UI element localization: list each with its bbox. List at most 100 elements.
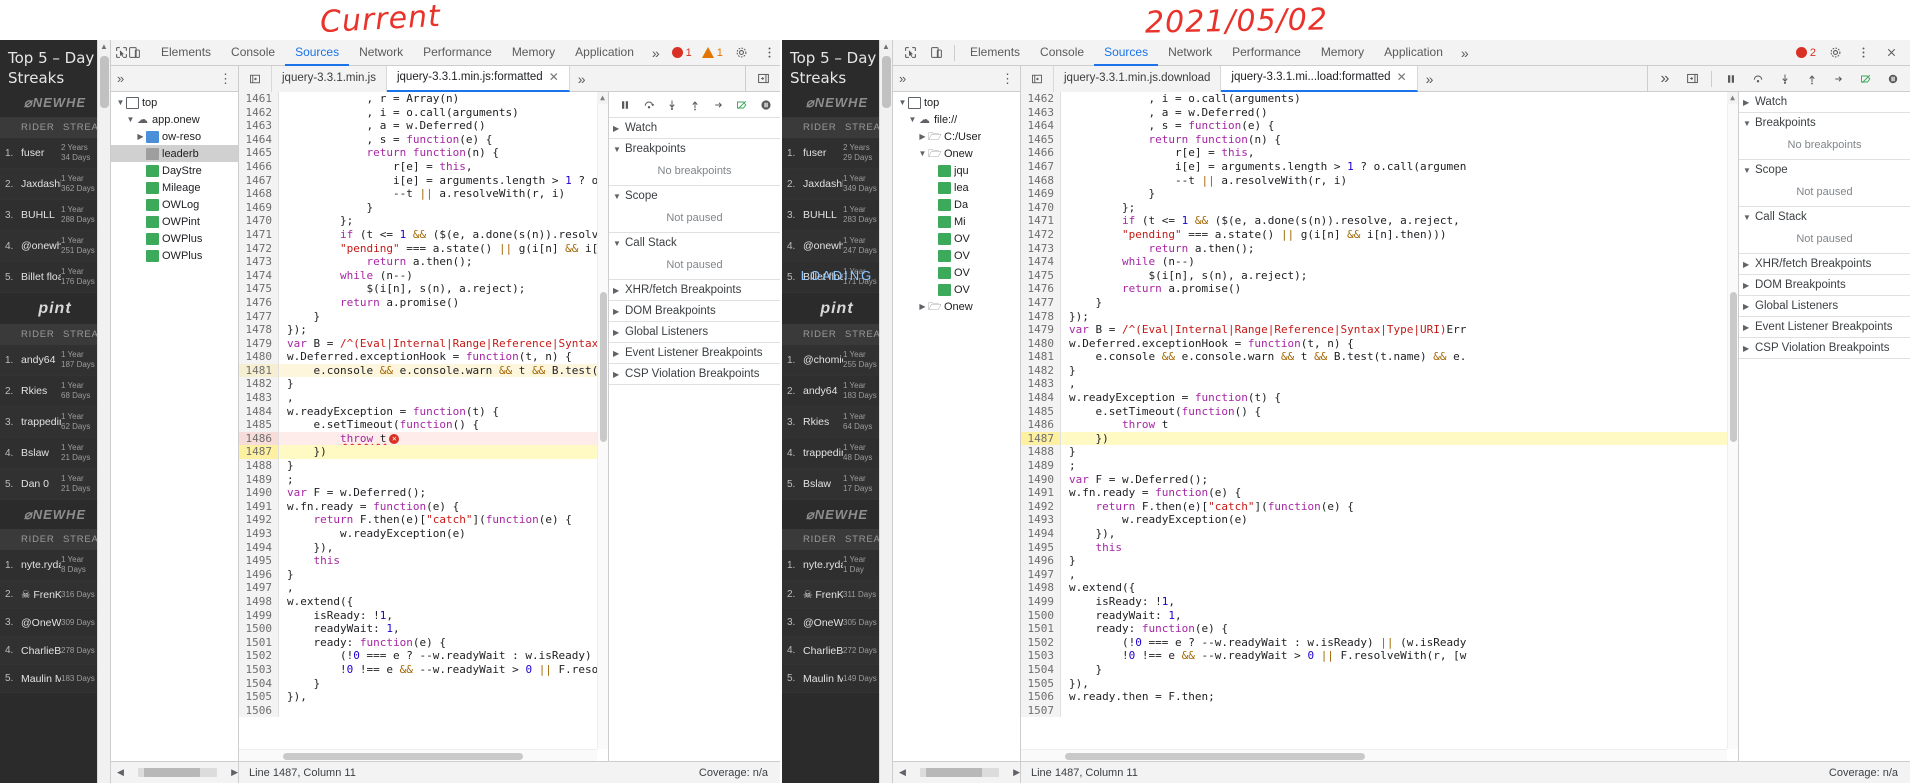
code-line[interactable]: 1496} xyxy=(1021,554,1738,568)
tree-item[interactable]: leaderb xyxy=(111,145,238,162)
navigator-tree-left[interactable]: ▼top▼☁app.onew▶ow-resoleaderbDayStreMile… xyxy=(111,92,239,761)
debugger-section-header[interactable]: ▶Event Listener Breakpoints xyxy=(1739,317,1910,337)
code-line[interactable]: 1484w.readyException = function(t) { xyxy=(1021,391,1738,405)
tree-item[interactable]: Mileage xyxy=(111,179,238,196)
debugger-section-header[interactable]: ▼Scope xyxy=(1739,160,1910,180)
inspect-element-icon[interactable] xyxy=(897,42,923,64)
pause-script-icon[interactable] xyxy=(1718,68,1744,90)
tree-item[interactable]: ▶🗁C:/User xyxy=(893,128,1020,145)
code-line[interactable]: 1480w.Deferred.exceptionHook = function(… xyxy=(239,350,608,364)
code-line[interactable]: 1472 "pending" === a.state() || g(i[n] &… xyxy=(1021,228,1738,242)
tree-twisty-icon[interactable]: ▼ xyxy=(115,98,126,107)
code-line[interactable]: 1494 }), xyxy=(239,541,608,555)
scrollbar-thumb[interactable] xyxy=(926,768,982,777)
code-line[interactable]: 1506 xyxy=(239,704,608,718)
section-twisty-icon[interactable]: ▶ xyxy=(613,349,625,358)
tree-twisty-icon[interactable]: ▶ xyxy=(917,132,928,141)
leaderboard-row[interactable]: 1.nyte.ryda ...1 Year8 Days xyxy=(0,550,110,581)
code-line[interactable]: 1496} xyxy=(239,568,608,582)
code-line[interactable]: 1491w.fn.ready = function(e) { xyxy=(1021,486,1738,500)
code-line[interactable]: 1501 ready: function(e) { xyxy=(1021,622,1738,636)
code-line[interactable]: 1506w.ready.then = F.then; xyxy=(1021,690,1738,704)
code-line[interactable]: 1475 $(i[n], s(n), a.reject); xyxy=(1021,269,1738,283)
code-line[interactable]: 1504 } xyxy=(1021,663,1738,677)
code-line[interactable]: 1473 return a.then(); xyxy=(1021,242,1738,256)
code-editor-left[interactable]: 1461 , r = Array(n)1462 , i = o.call(arg… xyxy=(239,92,608,761)
debugger-section-header[interactable]: ▶DOM Breakpoints xyxy=(1739,275,1910,295)
scroll-up-icon[interactable]: ▲ xyxy=(880,40,892,53)
code-line[interactable]: 1484w.readyException = function(t) { xyxy=(239,405,608,419)
tab-application[interactable]: Application xyxy=(1374,40,1453,66)
section-twisty-icon[interactable]: ▶ xyxy=(613,124,625,133)
code-line[interactable]: 1497, xyxy=(239,581,608,595)
editor-tab[interactable]: jquery-3.3.1.min.js xyxy=(272,66,387,92)
code-line[interactable]: 1462 , i = o.call(arguments) xyxy=(1021,92,1738,106)
more-editor-tabs-icon[interactable]: » xyxy=(1418,71,1442,87)
more-options-kebab-icon[interactable] xyxy=(1850,42,1876,64)
code-line[interactable]: 1471 if (t <= 1 && ($(e, a.done(s(n)).re… xyxy=(1021,214,1738,228)
code-line[interactable]: 1469 } xyxy=(1021,187,1738,201)
leaderboard-row[interactable]: 1.andy641 Year187 Days xyxy=(0,345,110,376)
device-toolbar-icon[interactable] xyxy=(923,42,949,64)
deactivate-breakpoints-icon[interactable] xyxy=(732,94,752,116)
code-line[interactable]: 1498w.extend({ xyxy=(1021,581,1738,595)
step-into-icon[interactable] xyxy=(662,94,682,116)
scroll-up-icon[interactable]: ▲ xyxy=(98,40,110,53)
tree-item[interactable]: OWLog xyxy=(111,196,238,213)
leaderboard-row[interactable]: 5.Maulin Ma...183 Days xyxy=(0,665,110,693)
code-line[interactable]: 1464 , s = function(e) { xyxy=(1021,119,1738,133)
scroll-up-icon[interactable]: ▲ xyxy=(1727,92,1738,104)
leaderboard-row[interactable]: 4.@onewhe...1 Year247 Days xyxy=(782,231,892,262)
code-line[interactable]: 1493 w.readyException(e) xyxy=(1021,513,1738,527)
section-twisty-icon[interactable]: ▶ xyxy=(1743,344,1755,353)
section-twisty-icon[interactable]: ▶ xyxy=(613,286,625,295)
debugger-section-header[interactable]: ▼Breakpoints xyxy=(609,139,780,159)
close-tab-icon[interactable]: ✕ xyxy=(1397,66,1407,91)
tree-twisty-icon[interactable]: ▼ xyxy=(907,115,918,124)
scrollbar-thumb[interactable] xyxy=(1730,292,1737,442)
code-line[interactable]: 1483, xyxy=(239,391,608,405)
code-line[interactable]: 1466 r[e] = this, xyxy=(239,160,608,174)
scroll-right-icon[interactable]: ▶ xyxy=(1013,767,1020,778)
leaderboard-row[interactable]: 5.Billet float1 Year176 Days xyxy=(0,262,110,293)
tree-item[interactable]: ▼top xyxy=(111,94,238,111)
debugger-section-header[interactable]: ▼Call Stack xyxy=(1739,207,1910,227)
code-line[interactable]: 1495 this xyxy=(1021,541,1738,555)
editor-vertical-scrollbar-left[interactable] xyxy=(597,92,608,749)
section-twisty-icon[interactable]: ▼ xyxy=(613,145,625,154)
close-devtools-icon[interactable] xyxy=(1878,42,1904,64)
editor-horizontal-scrollbar-right[interactable] xyxy=(1021,749,1727,761)
section-twisty-icon[interactable]: ▶ xyxy=(1743,302,1755,311)
section-twisty-icon[interactable]: ▶ xyxy=(613,307,625,316)
debugger-section-header[interactable]: ▶Event Listener Breakpoints xyxy=(609,343,780,363)
more-tabs-icon[interactable]: » xyxy=(1652,68,1678,90)
code-line[interactable]: 1470 }; xyxy=(239,214,608,228)
code-line[interactable]: 1487 }) xyxy=(1021,432,1738,446)
code-line[interactable]: 1490var F = w.Deferred(); xyxy=(239,486,608,500)
section-twisty-icon[interactable]: ▶ xyxy=(1743,281,1755,290)
scroll-left-icon[interactable]: ◀ xyxy=(117,767,124,778)
code-line[interactable]: 1477 } xyxy=(1021,296,1738,310)
code-editor-right[interactable]: 1462 , i = o.call(arguments)1463 , a = w… xyxy=(1021,92,1738,761)
debugger-section-header[interactable]: ▶Global Listeners xyxy=(1739,296,1910,316)
tree-twisty-icon[interactable]: ▼ xyxy=(897,98,908,107)
leaderboard-row[interactable]: 3.@OneWh...305 Days xyxy=(782,609,892,637)
tab-sources[interactable]: Sources xyxy=(285,40,349,66)
tree-item[interactable]: OWPlus xyxy=(111,230,238,247)
code-line[interactable]: 1476 return a.promise() xyxy=(1021,282,1738,296)
code-line[interactable]: 1461 , r = Array(n) xyxy=(239,92,608,106)
section-twisty-icon[interactable]: ▼ xyxy=(1743,166,1755,175)
leaderboard-row[interactable]: 2.☠ FrenKt...311 Days xyxy=(782,581,892,609)
code-line[interactable]: 1463 , a = w.Deferred() xyxy=(1021,106,1738,120)
debugger-section-header[interactable]: ▶XHR/fetch Breakpoints xyxy=(1739,254,1910,274)
deactivate-breakpoints-icon[interactable] xyxy=(1853,68,1879,90)
more-panels-icon[interactable]: » xyxy=(1453,45,1477,61)
leaderboard-row[interactable]: 5.Dan 01 Year21 Days xyxy=(0,469,110,500)
tree-item[interactable]: jqu xyxy=(893,162,1020,179)
tree-item[interactable]: ▶🗁Onew xyxy=(893,298,1020,315)
code-line[interactable]: 1478}); xyxy=(1021,310,1738,324)
leaderboard-row[interactable]: 1.fuser2 Years34 Days xyxy=(0,138,110,169)
error-badge[interactable]: 1 xyxy=(668,47,696,59)
leaderboard-row[interactable]: 5.Bslaw1 Year17 Days xyxy=(782,469,892,500)
tree-item[interactable]: OV xyxy=(893,281,1020,298)
